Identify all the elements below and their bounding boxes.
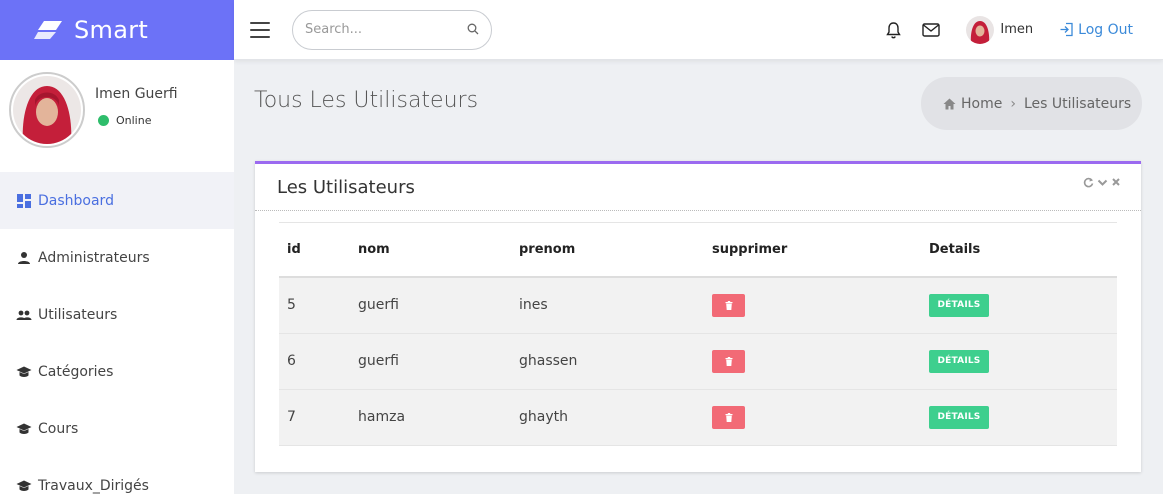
breadcrumb-separator: › <box>1010 95 1016 112</box>
sidebar: Imen Guerfi Online Dashboard Administrat… <box>0 60 234 494</box>
user-profile: Imen Guerfi Online <box>0 60 234 172</box>
top-right-actions: Imen Log Out <box>865 15 1163 44</box>
details-button[interactable]: DÉTAILS <box>929 293 989 317</box>
table-header-row: id nom prenom supprimer Details <box>279 223 1117 278</box>
dashboard-icon <box>17 193 31 208</box>
details-button[interactable]: DÉTAILS <box>929 405 989 429</box>
sidebar-item-travaux-diriges[interactable]: Travaux_Dirigés <box>0 457 234 494</box>
sidebar-item-label: Utilisateurs <box>38 306 118 323</box>
status-text: Online <box>116 114 152 127</box>
graduation-cap-icon <box>16 423 32 434</box>
sidebar-item-label: Dashboard <box>38 192 114 209</box>
cell-prenom: ghassen <box>519 333 712 390</box>
cell-details: DÉTAILS <box>929 333 1117 390</box>
sidebar-item-administrateurs[interactable]: Administrateurs <box>0 229 234 286</box>
breadcrumb-home-link[interactable]: Home <box>943 96 1002 112</box>
column-header-prenom: prenom <box>519 223 712 278</box>
breadcrumb-home-label: Home <box>961 95 1003 112</box>
table-row: 5 guerfi ines DÉTAILS <box>279 277 1117 334</box>
cell-nom: guerfi <box>358 333 519 390</box>
people-icon <box>16 310 32 320</box>
graduation-cap-icon <box>16 480 32 491</box>
details-button[interactable]: DÉTAILS <box>929 349 989 373</box>
delete-button[interactable] <box>712 405 745 429</box>
status-badge: Online <box>95 114 178 127</box>
logo-icon <box>34 21 62 39</box>
user-name: Imen <box>1000 22 1034 37</box>
cell-id: 6 <box>279 333 358 390</box>
sidebar-item-label: Catégories <box>38 363 114 380</box>
logout-button[interactable]: Log Out <box>1059 22 1133 38</box>
column-header-details: Details <box>929 223 1117 278</box>
card-tools <box>1083 177 1121 188</box>
top-navbar: Imen Log Out <box>234 0 1163 60</box>
sidebar-item-dashboard[interactable]: Dashboard <box>0 172 234 229</box>
cell-supprimer <box>712 333 929 390</box>
online-dot-icon <box>98 115 109 126</box>
cell-supprimer <box>712 277 929 334</box>
brand-name: Smart <box>74 16 149 44</box>
graduation-cap-icon <box>16 366 32 377</box>
mail-icon[interactable] <box>922 22 941 37</box>
column-header-supprimer: supprimer <box>712 223 929 278</box>
sidebar-item-cours[interactable]: Cours <box>0 400 234 457</box>
breadcrumb: Home › Les Utilisateurs <box>921 77 1142 130</box>
cell-prenom: ines <box>519 277 712 334</box>
breadcrumb-current: Les Utilisateurs <box>1023 95 1132 112</box>
sidebar-item-categories[interactable]: Catégories <box>0 343 234 400</box>
sidebar-item-label: Travaux_Dirigés <box>38 477 149 494</box>
column-header-nom: nom <box>358 223 519 278</box>
brand-logo[interactable]: Smart <box>0 0 234 60</box>
delete-button[interactable] <box>712 349 745 373</box>
delete-button[interactable] <box>712 293 745 317</box>
person-icon <box>18 251 30 264</box>
refresh-icon[interactable] <box>1083 177 1094 188</box>
cell-nom: hamza <box>358 389 519 446</box>
table-row: 6 guerfi ghassen DÉTAILS <box>279 333 1117 390</box>
trash-icon <box>725 300 732 310</box>
cell-nom: guerfi <box>358 277 519 334</box>
column-header-id: id <box>279 223 358 278</box>
trash-icon <box>725 412 732 422</box>
profile-name: Imen Guerfi <box>95 86 178 102</box>
cell-details: DÉTAILS <box>929 277 1117 334</box>
logout-icon <box>1060 22 1073 37</box>
avatar <box>966 15 995 44</box>
home-icon <box>943 98 956 109</box>
sidebar-item-label: Cours <box>38 420 79 437</box>
logout-label: Log Out <box>1078 21 1133 38</box>
search-icon[interactable] <box>467 20 479 39</box>
users-table: id nom prenom supprimer Details 5 guerfi… <box>279 223 1117 446</box>
card-title: Les Utilisateurs <box>277 176 415 198</box>
cell-id: 5 <box>279 277 358 334</box>
bell-icon[interactable] <box>885 21 902 39</box>
cell-prenom: ghayth <box>519 389 712 446</box>
table-row: 7 hamza ghayth DÉTAILS <box>279 389 1117 446</box>
search-input[interactable] <box>305 22 455 37</box>
users-table-wrapper: id nom prenom supprimer Details 5 guerfi… <box>279 222 1117 446</box>
sidebar-item-label: Administrateurs <box>38 249 150 266</box>
search-box <box>292 9 492 50</box>
page-title: Tous Les Utilisateurs <box>254 88 479 113</box>
menu-toggle-icon[interactable] <box>250 21 270 38</box>
sidebar-item-utilisateurs[interactable]: Utilisateurs <box>0 286 234 343</box>
chevron-down-icon[interactable] <box>1097 177 1108 188</box>
cell-id: 7 <box>279 389 358 446</box>
close-icon[interactable] <box>1111 177 1121 187</box>
avatar <box>9 72 85 148</box>
trash-icon <box>725 356 732 366</box>
card-header: Les Utilisateurs <box>255 164 1141 211</box>
cell-supprimer <box>712 389 929 446</box>
cell-details: DÉTAILS <box>929 389 1117 446</box>
user-menu[interactable]: Imen <box>966 15 1034 44</box>
users-card: Les Utilisateurs id nom prenom supprimer… <box>255 161 1141 472</box>
